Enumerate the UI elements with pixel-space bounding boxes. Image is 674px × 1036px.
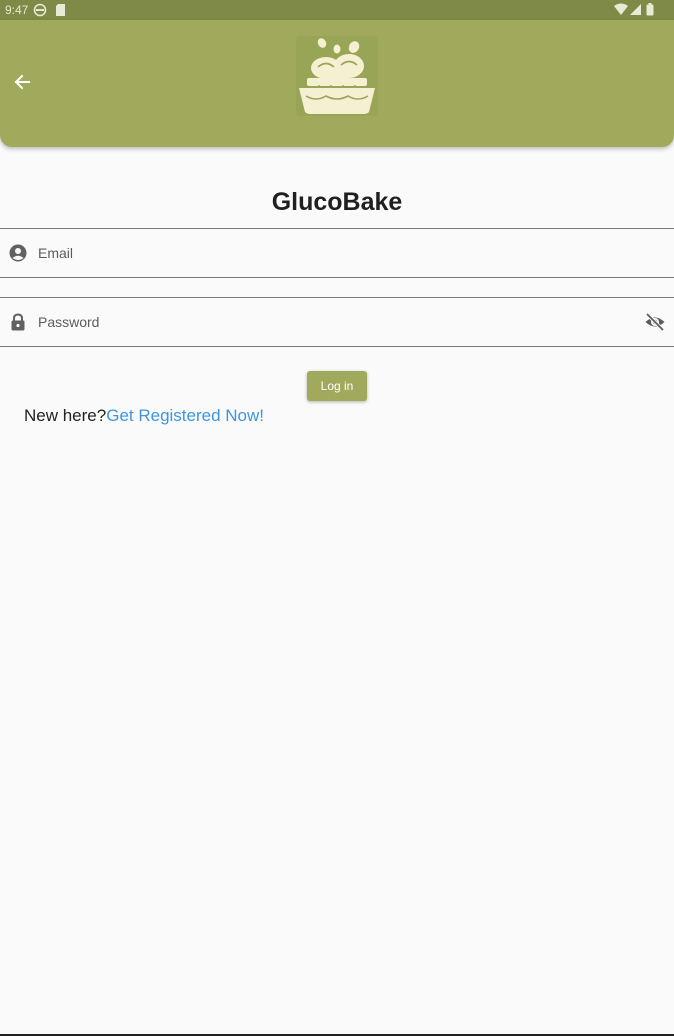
eye-off-icon[interactable] xyxy=(644,311,666,333)
arrow-left-icon xyxy=(13,73,31,96)
register-link[interactable]: Get Registered Now! xyxy=(106,406,264,425)
account-circle-icon xyxy=(9,244,27,262)
status-time: 9:47 xyxy=(5,3,29,17)
login-button[interactable]: Log in xyxy=(307,371,367,401)
email-input[interactable] xyxy=(38,229,638,277)
password-input[interactable] xyxy=(38,298,638,346)
back-button[interactable] xyxy=(8,70,36,98)
wifi-icon xyxy=(614,3,628,19)
email-field[interactable] xyxy=(0,228,674,278)
lock-icon xyxy=(9,313,27,331)
status-bar: 9:47 xyxy=(0,0,674,20)
page-title: GlucoBake xyxy=(271,188,403,216)
password-field[interactable] xyxy=(0,297,674,347)
sd-card-icon xyxy=(55,3,67,20)
register-prompt: New here? xyxy=(24,406,107,425)
sync-icon xyxy=(33,3,47,20)
signal-icon xyxy=(630,3,642,19)
bread-basket-logo xyxy=(296,36,378,116)
app-bar xyxy=(0,20,674,147)
register-row: New here?Get Registered Now! xyxy=(24,406,264,426)
battery-icon xyxy=(646,3,654,19)
login-screen: 9:47 GlucoBake Email Log in New here?Get… xyxy=(0,0,674,1036)
